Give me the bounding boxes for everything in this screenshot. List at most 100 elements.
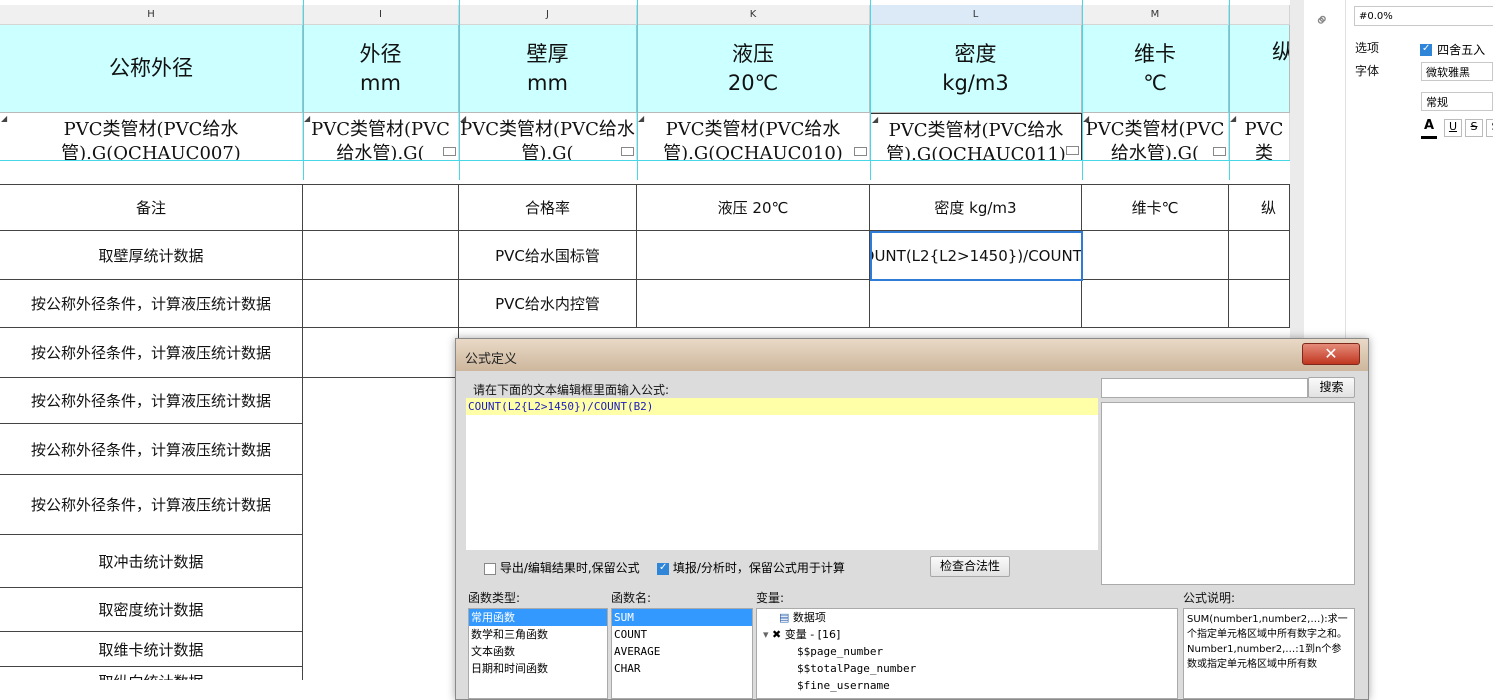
- strikethrough-button[interactable]: S: [1465, 119, 1483, 137]
- font-color-button[interactable]: A: [1421, 118, 1437, 139]
- corner-marker-icon: ◢: [304, 114, 311, 123]
- round-checkbox[interactable]: 四舍五入: [1420, 39, 1485, 58]
- header-cell[interactable]: 液压 20℃: [637, 25, 870, 113]
- column-header-m[interactable]: M: [1082, 5, 1229, 25]
- table-cell[interactable]: PVC给水国标管: [459, 231, 637, 280]
- dataset-text: PVC类管材(PVC给水管).G(: [1085, 119, 1225, 161]
- expand-icon[interactable]: [1213, 147, 1226, 156]
- dataset-text: PVC类管材(PVC给水管).G(QCHAUC010): [663, 119, 843, 161]
- list-item[interactable]: 常用函数: [469, 609, 607, 626]
- table-row-label[interactable]: 取纵向统计数据: [0, 667, 303, 680]
- header-cell[interactable]: 外径 mm: [303, 25, 459, 113]
- table-row-label[interactable]: 取冲击统计数据: [0, 535, 303, 588]
- header-cell[interactable]: 纵: [1229, 25, 1290, 113]
- expand-icon[interactable]: [621, 147, 634, 156]
- table-header-cell[interactable]: 液压 20℃: [637, 185, 870, 231]
- dataset-cell[interactable]: ◢ PVC类管材(PVC给水管).G(: [1082, 113, 1229, 161]
- format-input[interactable]: #0.0%: [1354, 6, 1493, 26]
- underline-button[interactable]: U: [1444, 119, 1462, 137]
- dataset-cell[interactable]: ◢ PVC类管材(PVC给水管).G(: [459, 113, 637, 161]
- expand-icon[interactable]: [854, 147, 867, 156]
- dataset-text: PVC类管材(PVC给水管).G(QCHAUC011): [886, 120, 1066, 161]
- header-cell[interactable]: 公称外径: [0, 25, 303, 113]
- close-button[interactable]: ✕: [1302, 343, 1360, 365]
- table-row-label[interactable]: 取密度统计数据: [0, 588, 303, 632]
- selected-formula-cell[interactable]: =COUNT(L2{L2>1450})/COUNT(B2): [870, 231, 1083, 281]
- table-cell[interactable]: [870, 280, 1082, 328]
- formula-dialog[interactable]: 公式定义 ✕ 请在下面的文本编辑框里面输入公式: COUNT(L2{L2>145…: [455, 338, 1369, 700]
- tree-item[interactable]: ▤ 数据项: [757, 609, 1177, 626]
- search-results[interactable]: [1101, 402, 1355, 585]
- table-header-cell[interactable]: 维卡℃: [1082, 185, 1229, 231]
- column-header-j[interactable]: J: [459, 5, 637, 25]
- table-header-cell[interactable]: [303, 185, 459, 231]
- table-row-label[interactable]: 按公称外径条件，计算液压统计数据: [0, 280, 303, 328]
- description-box: SUM(number1,number2,…):求一个指定单元格区域中所有数字之和…: [1183, 608, 1355, 699]
- table-row-label[interactable]: 按公称外径条件，计算液压统计数据: [0, 424, 303, 475]
- list-item[interactable]: 文本函数: [469, 643, 607, 660]
- style-select[interactable]: 常规: [1421, 92, 1493, 111]
- table-header-cell[interactable]: 纵: [1229, 185, 1290, 231]
- column-header-h[interactable]: H: [0, 5, 303, 25]
- list-item[interactable]: CHAR: [612, 660, 752, 677]
- table-header-cell[interactable]: 密度 kg/m3: [870, 185, 1082, 231]
- table-cell[interactable]: [1229, 231, 1290, 280]
- column-header-k[interactable]: K: [637, 5, 870, 25]
- table-row-label[interactable]: 取维卡统计数据: [0, 632, 303, 667]
- table-row-label[interactable]: 按公称外径条件，计算液压统计数据: [0, 378, 303, 424]
- dataset-cell[interactable]: ◢ PVC类PVC给: [1229, 113, 1290, 161]
- tree-item[interactable]: $$totalPage_number: [757, 660, 1177, 677]
- dialog-titlebar[interactable]: 公式定义 ✕: [456, 339, 1368, 371]
- list-item[interactable]: COUNT: [612, 626, 752, 643]
- check-validity-button[interactable]: 检查合法性: [930, 556, 1010, 577]
- expand-icon[interactable]: [1066, 146, 1079, 155]
- fill-keep-formula-checkbox[interactable]: 填报/分析时，保留公式用于计算: [657, 559, 845, 576]
- export-keep-formula-checkbox[interactable]: 导出/编辑结果时,保留公式: [484, 559, 640, 576]
- search-button[interactable]: 搜索: [1308, 377, 1355, 398]
- header-cell[interactable]: 维卡 ℃: [1082, 25, 1229, 113]
- table-header-cell[interactable]: 合格率: [459, 185, 637, 231]
- tree-item[interactable]: $$page_number: [757, 643, 1177, 660]
- list-item[interactable]: 数学和三角函数: [469, 626, 607, 643]
- table-cell[interactable]: [1229, 280, 1290, 328]
- table-cell[interactable]: PVC给水内控管: [459, 280, 637, 328]
- table-row-label[interactable]: 按公称外径条件，计算液压统计数据: [0, 475, 303, 535]
- dataset-cell[interactable]: ◢ PVC类管材(PVC给水管).G(QCHAUC007): [0, 113, 303, 161]
- variable-tree[interactable]: ▤ 数据项 ▾ ✖ 变量 - [16] $$page_number $$tota…: [756, 608, 1178, 699]
- header-cell[interactable]: 密度 kg/m3: [870, 25, 1082, 113]
- table-cell[interactable]: [1082, 231, 1229, 280]
- table-cell[interactable]: [1082, 280, 1229, 328]
- formula-input-line[interactable]: COUNT(L2{L2>1450})/COUNT(B2): [466, 398, 1098, 415]
- tree-item[interactable]: ▾ ✖ 变量 - [16]: [757, 626, 1177, 643]
- table-cell[interactable]: [637, 231, 870, 280]
- search-input[interactable]: [1101, 378, 1308, 398]
- list-item[interactable]: SUM: [612, 609, 752, 626]
- shadow-button[interactable]: S: [1486, 119, 1493, 137]
- link-icon[interactable]: ⚭: [1310, 8, 1336, 34]
- list-item[interactable]: 日期和时间函数: [469, 660, 607, 677]
- check-icon: [1420, 43, 1432, 56]
- round-label: 四舍五入: [1437, 43, 1486, 57]
- table-row-label[interactable]: 取壁厚统计数据: [0, 231, 303, 280]
- column-header-n[interactable]: [1229, 5, 1290, 25]
- dataset-cell[interactable]: ◢ PVC类管材(PVC给水管).G(: [303, 113, 459, 161]
- table-cell[interactable]: [303, 280, 459, 328]
- formula-editor[interactable]: COUNT(L2{L2>1450})/COUNT(B2): [466, 398, 1098, 550]
- fill-keep-formula-label: 填报/分析时，保留公式用于计算: [672, 561, 845, 575]
- function-name-list[interactable]: SUM COUNT AVERAGE CHAR: [611, 608, 753, 699]
- header-cell[interactable]: 壁厚 mm: [459, 25, 637, 113]
- dataset-cell[interactable]: ◢ PVC类管材(PVC给水管).G(QCHAUC010): [637, 113, 870, 161]
- expand-icon[interactable]: [443, 147, 456, 156]
- table-cell[interactable]: [637, 280, 870, 328]
- font-select[interactable]: 微软雅黑: [1421, 62, 1493, 81]
- function-type-list[interactable]: 常用函数 数学和三角函数 文本函数 日期和时间函数: [468, 608, 608, 699]
- table-row-label[interactable]: 按公称外径条件，计算液压统计数据: [0, 328, 303, 378]
- dataset-cell[interactable]: ◢ PVC类管材(PVC给水管).G(QCHAUC011): [870, 113, 1082, 161]
- table-cell[interactable]: [303, 328, 459, 378]
- table-cell[interactable]: [303, 231, 459, 280]
- column-header-i[interactable]: I: [303, 5, 459, 25]
- formula-cell-text: =COUNT(L2{L2>1450})/COUNT(B2): [872, 247, 1082, 265]
- table-header-cell[interactable]: 备注: [0, 185, 303, 231]
- list-item[interactable]: AVERAGE: [612, 643, 752, 660]
- column-header-l[interactable]: L: [870, 5, 1082, 25]
